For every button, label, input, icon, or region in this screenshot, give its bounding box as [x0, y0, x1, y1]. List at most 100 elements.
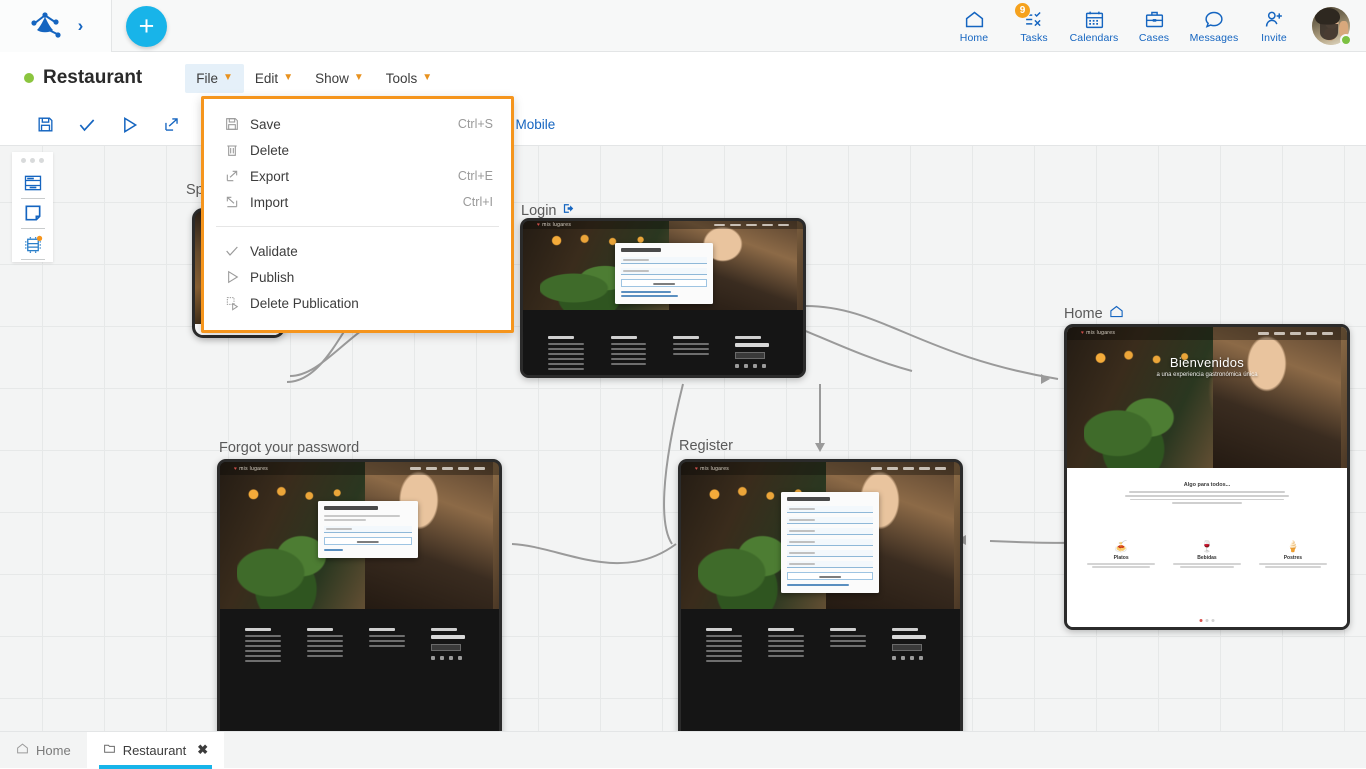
home-features: 🍝 Platos 🍷 Bebidas 🍦 Postres	[1067, 528, 1347, 627]
nav-item-home[interactable]: Home	[944, 0, 1004, 52]
home-outline-icon	[16, 742, 29, 758]
play-icon	[224, 269, 250, 285]
menu-item-export[interactable]: Export Ctrl+E	[204, 163, 511, 189]
calendar-icon	[1084, 8, 1105, 30]
nav-item-calendars[interactable]: Calendars	[1064, 0, 1124, 52]
home-hero-subtitle: a una experiencia gastronómica única	[1067, 372, 1347, 378]
palette-handle[interactable]	[21, 158, 44, 163]
menu-item-label: Publish	[250, 270, 493, 285]
feature-item: 🍦 Postres	[1250, 542, 1336, 627]
menu-item-save[interactable]: Save Ctrl+S	[204, 111, 511, 137]
chevron-down-icon: ▼	[223, 73, 233, 83]
nav-item-messages[interactable]: Messages	[1184, 0, 1244, 52]
node-label-register: Register	[679, 438, 733, 454]
menu-item-label: Validate	[250, 244, 493, 259]
nav-label: Invite	[1261, 32, 1287, 44]
nav-item-tasks[interactable]: 9 Tasks	[1004, 0, 1064, 52]
home-outline-icon	[1109, 304, 1124, 323]
mobile-label: Mobile	[516, 117, 556, 132]
feature-item: 🍷 Bebidas	[1164, 542, 1250, 627]
nav-label: Calendars	[1070, 32, 1119, 44]
nav-item-cases[interactable]: Cases	[1124, 0, 1184, 52]
online-status-indicator	[1340, 34, 1352, 46]
menu-item-label: Delete	[250, 143, 493, 158]
save-icon	[224, 116, 250, 132]
chevron-down-icon: ▼	[422, 73, 432, 83]
validate-button[interactable]	[66, 108, 108, 142]
nav-label: Cases	[1139, 32, 1169, 44]
menu-item-validate[interactable]: Validate	[204, 238, 511, 264]
check-icon	[224, 243, 250, 259]
menu-show[interactable]: Show ▼	[304, 64, 375, 93]
menu-item-label: Import	[250, 195, 463, 210]
user-avatar-wrapper[interactable]	[1304, 0, 1358, 52]
briefcase-icon	[1144, 8, 1165, 30]
status-badge	[24, 73, 34, 83]
genexus-logo-icon[interactable]	[28, 11, 62, 41]
palette-divider	[21, 259, 45, 260]
node-label-forgot: Forgot your password	[219, 440, 359, 456]
menu-tools[interactable]: Tools ▼	[375, 64, 443, 93]
tab-label: Restaurant	[123, 743, 187, 758]
tab-home[interactable]: Home	[0, 732, 87, 768]
menu-item-label: Save	[250, 117, 458, 132]
menu-item-shortcut: Ctrl+E	[458, 169, 493, 183]
login-preview: ♥mis lugares	[523, 221, 803, 375]
nav-label: Tasks	[1020, 32, 1047, 44]
palette-divider	[21, 198, 45, 199]
logo-zone: ›	[0, 0, 112, 52]
chevron-down-icon: ▼	[283, 73, 293, 83]
node-login[interactable]: ♥mis lugares	[520, 218, 806, 378]
nav-label: Home	[960, 32, 988, 44]
menu-item-delete[interactable]: Delete	[204, 137, 511, 163]
register-preview: ♥mis lugares	[681, 462, 960, 731]
add-button[interactable]: +	[126, 6, 167, 47]
chevron-down-icon: ▼	[354, 73, 364, 83]
nav-item-invite[interactable]: Invite	[1244, 0, 1304, 52]
project-name: Restaurant	[43, 67, 142, 89]
palette-page[interactable]	[18, 201, 48, 227]
tab-label: Home	[36, 743, 71, 758]
home-icon	[964, 8, 985, 30]
home-preview: ♥mis lugares Bienvenidos a una experienc…	[1067, 327, 1347, 627]
publish-button[interactable]	[108, 108, 150, 142]
menu-file[interactable]: File ▼	[185, 64, 244, 93]
save-button[interactable]	[24, 108, 66, 142]
top-navigation-bar: › + Home 9 Tasks	[0, 0, 1366, 52]
menu-edit[interactable]: Edit ▼	[244, 64, 304, 93]
menu-label: Edit	[255, 71, 278, 86]
menu-item-delete-publication[interactable]: Delete Publication	[204, 290, 511, 316]
export-button[interactable]	[150, 108, 192, 142]
menu-divider	[216, 226, 499, 227]
delete-publication-icon	[224, 295, 250, 311]
node-register[interactable]: ♥mis lugares	[678, 459, 963, 731]
menu-item-shortcut: Ctrl+I	[463, 195, 493, 209]
trash-icon	[224, 142, 250, 158]
menu-label: Tools	[386, 71, 418, 86]
home-hero-title: Bienvenidos	[1067, 355, 1347, 370]
menu-item-label: Delete Publication	[250, 296, 493, 311]
palette-form[interactable]	[18, 170, 48, 196]
menu-item-import[interactable]: Import Ctrl+I	[204, 189, 511, 215]
export-icon	[224, 168, 250, 184]
page-title: Restaurant	[24, 67, 142, 89]
feature-item: 🍝 Platos	[1078, 542, 1164, 627]
import-icon	[224, 194, 250, 210]
carousel-dots[interactable]	[1200, 619, 1215, 622]
tasks-badge: 9	[1014, 2, 1031, 19]
node-home[interactable]: ♥mis lugares Bienvenidos a una experienc…	[1064, 324, 1350, 630]
palette-component[interactable]	[18, 231, 48, 257]
menu-item-shortcut: Ctrl+S	[458, 117, 493, 131]
forgot-preview: ♥mis lugares	[220, 462, 499, 731]
tab-restaurant[interactable]: Restaurant ✖	[87, 732, 225, 768]
chat-bubble-icon	[1203, 8, 1225, 30]
menu-item-publish[interactable]: Publish	[204, 264, 511, 290]
top-nav-items: Home 9 Tasks	[944, 0, 1358, 52]
menu-label: File	[196, 71, 218, 86]
file-menu-dropdown[interactable]: Save Ctrl+S Delete Export Ctrl+E Import …	[201, 96, 514, 333]
menu-bar: File ▼ Edit ▼ Show ▼ Tools ▼	[185, 64, 443, 93]
close-icon[interactable]: ✖	[197, 742, 208, 758]
person-add-icon	[1263, 8, 1285, 30]
chevron-right-icon[interactable]: ›	[78, 16, 84, 36]
node-forgot-password[interactable]: ♥mis lugares	[217, 459, 502, 731]
